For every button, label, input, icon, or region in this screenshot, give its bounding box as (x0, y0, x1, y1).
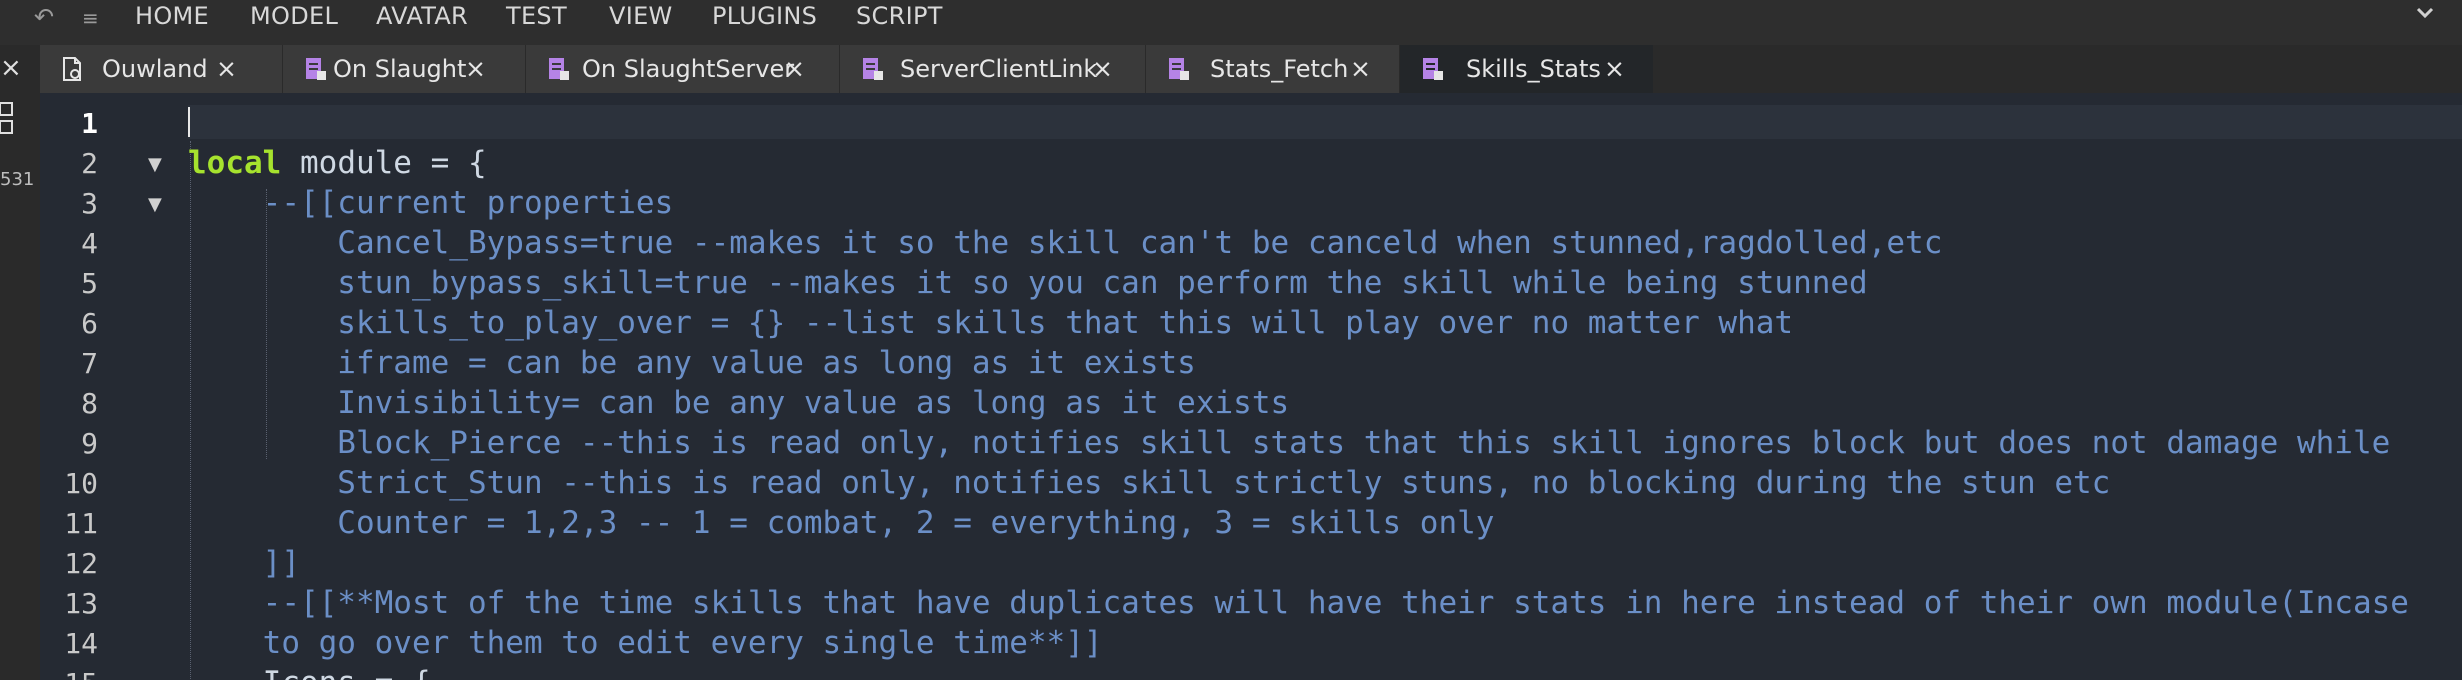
line-number: 2 (81, 147, 98, 180)
menu-home[interactable]: HOME (135, 2, 209, 30)
module-script-icon (548, 57, 569, 81)
text-caret (188, 107, 190, 137)
undo-icon[interactable]: ↶ (34, 3, 54, 31)
code-line: ]] (188, 545, 300, 581)
code-editor[interactable]: ▼ ▼ 1 2 3 4 5 6 7 8 9 10 11 12 13 14 15 … (40, 93, 2462, 680)
line-number: 9 (81, 427, 98, 460)
close-icon[interactable]: × (216, 54, 237, 83)
module-script-icon (1422, 57, 1443, 81)
menu-view[interactable]: VIEW (609, 2, 673, 30)
left-panel-strip: 531 (0, 93, 40, 680)
menu-script[interactable]: SCRIPT (856, 2, 943, 30)
tab-on-slaught-server[interactable]: On SlaughtServer × (526, 45, 840, 93)
fold-arrow-icon[interactable]: ▼ (148, 194, 162, 215)
module-script-icon (305, 57, 326, 81)
panel-layout-icon[interactable] (0, 101, 14, 141)
code-line: to go over them to edit every single tim… (188, 625, 1103, 661)
code-line: Cancel_Bypass=true --makes it so the ski… (188, 225, 1943, 261)
line-number: 1 (81, 107, 98, 140)
line-number: 8 (81, 387, 98, 420)
quick-access-dropdown-icon[interactable]: ≡ (82, 6, 99, 30)
tab-skills-stats[interactable]: Skills_Stats × (1400, 45, 1654, 93)
line-number: 10 (64, 467, 98, 500)
tab-label: ServerClientLink (900, 55, 1098, 83)
tab-on-slaught[interactable]: On Slaught × (283, 45, 526, 93)
code-line: Icons = { (188, 665, 431, 680)
code-line: stun_bypass_skill=true --makes it so you… (188, 265, 1868, 301)
menu-test[interactable]: TEST (506, 2, 567, 30)
line-number: 4 (81, 227, 98, 260)
line-number: 14 (64, 627, 98, 660)
line-number: 15 (40, 667, 98, 680)
tab-label: On Slaught (333, 55, 467, 83)
line-number: 3 (81, 187, 98, 220)
chevron-down-icon[interactable] (2414, 0, 2436, 30)
script-tab-bar: × Ouwland × On Slaught × On SlaughtServe… (0, 45, 2462, 93)
tab-label: Stats_Fetch (1210, 55, 1349, 83)
close-icon[interactable]: × (1092, 54, 1113, 83)
menu-model[interactable]: MODEL (250, 2, 338, 30)
code-line: iframe = can be any value as long as it … (188, 345, 1196, 381)
current-line-highlight (188, 105, 2462, 139)
tab-label: Skills_Stats (1466, 55, 1601, 83)
code-line: Counter = 1,2,3 -- 1 = combat, 2 = every… (188, 505, 1495, 541)
tab-label: Ouwland (102, 55, 208, 83)
line-number: 12 (64, 547, 98, 580)
fold-arrow-icon[interactable]: ▼ (148, 154, 162, 175)
code-text: module = { (281, 145, 487, 181)
module-script-icon (1168, 57, 1189, 81)
menu-avatar[interactable]: AVATAR (376, 2, 468, 30)
code-line: skills_to_play_over = {} --list skills t… (188, 305, 1794, 341)
code-line: Strict_Stun --this is read only, notifie… (188, 465, 2111, 501)
code-line: local module = { (188, 145, 487, 181)
line-number: 6 (81, 307, 98, 340)
close-icon[interactable]: × (1604, 54, 1625, 83)
line-number: 11 (64, 507, 98, 540)
line-number: 13 (64, 587, 98, 620)
code-line: Invisibility= can be any value as long a… (188, 385, 1290, 421)
ribbon-menubar: ↶ ≡ HOME MODEL AVATAR TEST VIEW PLUGINS … (0, 0, 2462, 35)
line-number: 5 (81, 267, 98, 300)
close-panel-icon[interactable]: × (0, 53, 22, 83)
line-number: 7 (81, 347, 98, 380)
tab-ouwland[interactable]: Ouwland × (40, 45, 283, 93)
close-icon[interactable]: × (1350, 54, 1371, 83)
code-line: Block_Pierce --this is read only, notifi… (188, 425, 2391, 461)
menu-plugins[interactable]: PLUGINS (712, 2, 817, 30)
code-line: --[[current properties (188, 185, 674, 221)
close-icon[interactable]: × (784, 54, 805, 83)
code-line: --[[**Most of the time skills that have … (188, 585, 2409, 621)
close-icon[interactable]: × (465, 54, 486, 83)
tab-server-client-link[interactable]: ServerClientLink × (840, 45, 1146, 93)
module-script-icon (862, 57, 883, 81)
tab-label: On SlaughtServer (582, 55, 795, 83)
side-number-fragment: 531 (0, 169, 35, 190)
keyword: local (188, 145, 282, 181)
tab-stats-fetch[interactable]: Stats_Fetch × (1146, 45, 1400, 93)
document-icon (62, 57, 82, 81)
